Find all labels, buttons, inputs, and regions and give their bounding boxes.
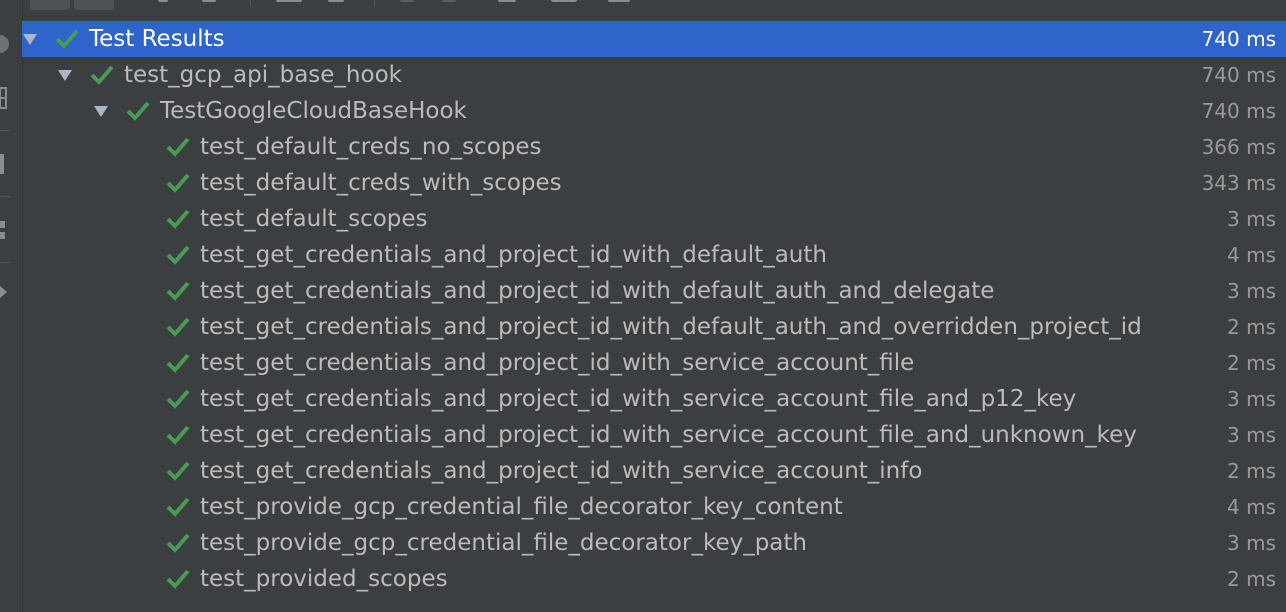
test-case-row[interactable]: test_get_credentials_and_project_id_with… (22, 417, 1286, 453)
duration: 343 ms (1201, 171, 1276, 195)
check-icon (54, 28, 80, 50)
test-case-row[interactable]: test_default_creds_no_scopes 366 ms (22, 129, 1286, 165)
triangle-down-icon[interactable] (57, 67, 73, 83)
check-icon (165, 388, 191, 410)
test-case-row[interactable]: test_get_credentials_and_project_id_with… (22, 309, 1286, 345)
test-case-row[interactable]: test_default_scopes 3 ms (22, 201, 1286, 237)
collapse-all-icon[interactable] (328, 0, 344, 2)
stop-circle-icon[interactable] (0, 34, 10, 58)
check-icon (165, 136, 191, 158)
check-icon (165, 568, 191, 590)
test-case-row[interactable]: test_provided_scopes 2 ms (22, 561, 1286, 597)
test-case-label: test_get_credentials_and_project_id_with… (200, 242, 827, 268)
test-case-label: test_default_creds_with_scopes (200, 170, 562, 196)
triangle-down-icon[interactable] (22, 31, 38, 47)
duration: 3 ms (1227, 279, 1276, 303)
triangle-down-icon[interactable] (93, 103, 109, 119)
check-icon (165, 352, 191, 374)
test-case-label: test_get_credentials_and_project_id_with… (200, 386, 1077, 412)
tree-label: Test Results (89, 26, 225, 52)
next-failed-icon[interactable] (442, 0, 456, 2)
test-case-row[interactable]: test_get_credentials_and_project_id_with… (22, 381, 1286, 417)
duration: 2 ms (1227, 459, 1276, 483)
duration: 3 ms (1227, 207, 1276, 231)
sort-icon[interactable] (158, 0, 168, 2)
import-tests-icon[interactable] (498, 0, 516, 2)
check-icon (165, 460, 191, 482)
test-case-label: test_get_credentials_and_project_id_with… (200, 350, 915, 376)
tree-root-test-results[interactable]: Test Results 740 ms (22, 21, 1286, 57)
duration: 740 ms (1201, 27, 1276, 51)
check-icon (165, 208, 191, 230)
duration: 4 ms (1227, 495, 1276, 519)
duration: 2 ms (1227, 567, 1276, 591)
settings-dropdown-icon[interactable] (608, 0, 630, 2)
duration: 366 ms (1201, 135, 1276, 159)
duration: 3 ms (1227, 531, 1276, 555)
test-case-label: test_get_credentials_and_project_id_with… (200, 278, 995, 304)
check-icon (89, 64, 115, 86)
tree-node-class[interactable]: TestGoogleCloudBaseHook 740 ms (22, 93, 1286, 129)
test-case-row[interactable]: test_get_credentials_and_project_id_with… (22, 453, 1286, 489)
test-case-row[interactable]: test_get_credentials_and_project_id_with… (22, 273, 1286, 309)
previous-failed-icon[interactable] (400, 0, 414, 2)
test-case-label: test_provide_gcp_credential_file_decorat… (200, 494, 843, 520)
test-case-row[interactable]: test_get_credentials_and_project_id_with… (22, 237, 1286, 273)
duration: 740 ms (1201, 99, 1276, 123)
test-case-label: test_provided_scopes (200, 566, 448, 592)
test-case-label: test_get_credentials_and_project_id_with… (200, 422, 1137, 448)
toggle-passed-button[interactable] (74, 0, 114, 10)
test-case-label: test_default_creds_no_scopes (200, 134, 542, 160)
test-runner-toolbar (22, 0, 1286, 16)
export-arrow-icon[interactable] (0, 280, 10, 308)
search-icon[interactable] (550, 0, 578, 2)
test-case-row[interactable]: test_provide_gcp_credential_file_decorat… (22, 525, 1286, 561)
test-case-label: test_get_credentials_and_project_id_with… (200, 458, 923, 484)
duration: 3 ms (1227, 387, 1276, 411)
left-toolbar-gutter (0, 0, 23, 612)
tree-label: test_gcp_api_base_hook (124, 62, 402, 88)
settings-icon[interactable] (0, 86, 10, 114)
tree-node-module[interactable]: test_gcp_api_base_hook 740 ms (22, 57, 1286, 93)
check-icon (165, 316, 191, 338)
duration: 4 ms (1227, 243, 1276, 267)
duration: 2 ms (1227, 315, 1276, 339)
check-icon (165, 172, 191, 194)
check-icon (165, 424, 191, 446)
duration: 740 ms (1201, 63, 1276, 87)
rerun-button[interactable] (30, 0, 70, 10)
sort-duration-icon[interactable] (202, 0, 216, 2)
duration: 3 ms (1227, 423, 1276, 447)
expand-all-icon[interactable] (276, 0, 302, 2)
test-case-row[interactable]: test_get_credentials_and_project_id_with… (22, 345, 1286, 381)
test-case-row[interactable]: test_provide_gcp_credential_file_decorat… (22, 489, 1286, 525)
test-case-label: test_default_scopes (200, 206, 428, 232)
layout-icon[interactable] (0, 218, 10, 246)
test-case-label: test_get_credentials_and_project_id_with… (200, 314, 1142, 340)
tree-label: TestGoogleCloudBaseHook (160, 98, 467, 124)
check-icon (125, 100, 151, 122)
check-icon (165, 244, 191, 266)
test-case-label: test_provide_gcp_credential_file_decorat… (200, 530, 807, 556)
test-case-row[interactable]: test_default_creds_with_scopes 343 ms (22, 165, 1286, 201)
check-icon (165, 280, 191, 302)
test-results-tree: Test Results 740 ms test_gcp_api_base_ho… (22, 21, 1286, 597)
check-icon (165, 496, 191, 518)
pin-icon[interactable] (0, 152, 10, 180)
check-icon (165, 532, 191, 554)
duration: 2 ms (1227, 351, 1276, 375)
